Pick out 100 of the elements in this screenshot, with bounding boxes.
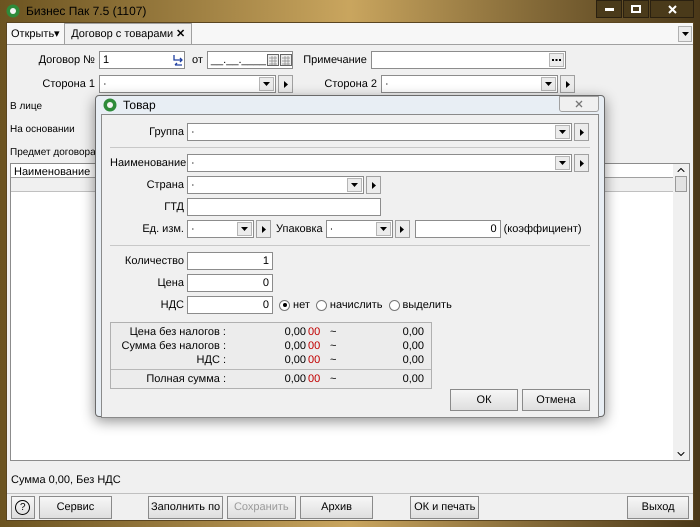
summary-cents: 00 xyxy=(308,324,322,340)
dropdown-button[interactable] xyxy=(237,222,252,236)
combo-field[interactable]: · xyxy=(187,123,572,141)
summary-cents: 00 xyxy=(308,372,322,387)
summary-value: 0,00 xyxy=(402,338,424,354)
dropdown-arrow-icon xyxy=(559,130,566,134)
number-field[interactable]: 0 xyxy=(187,274,273,292)
tilde-mark: ~ xyxy=(330,372,338,387)
more-button[interactable] xyxy=(548,53,564,67)
action-button[interactable]: Выход xyxy=(627,496,690,518)
right-arrow-icon xyxy=(262,226,266,232)
summary-value: 0,00 xyxy=(402,324,424,340)
close-icon xyxy=(575,100,583,108)
summary-value: 0,00 xyxy=(284,338,306,354)
dropdown-button[interactable] xyxy=(541,77,556,91)
vat-radio[interactable]: нет xyxy=(279,296,310,314)
open-button[interactable] xyxy=(560,75,575,93)
field-label: Цена xyxy=(156,276,184,291)
summary-value: 0,00 xyxy=(402,352,424,368)
date-field[interactable]: __.__.____ xyxy=(206,51,293,69)
dropdown-arrow-icon xyxy=(380,227,387,231)
number-field[interactable]: 0 xyxy=(187,296,273,314)
action-button[interactable]: Заполнить по xyxy=(148,496,223,518)
combo-field[interactable]: · xyxy=(187,176,364,194)
summary-label: Сумма без налогов : xyxy=(120,338,226,354)
vat-radio[interactable]: выделить xyxy=(388,296,452,314)
tab-close[interactable]: ✕ xyxy=(176,26,186,42)
dialog-button[interactable]: ОК xyxy=(450,389,518,411)
field-label: Предмет договора xyxy=(10,146,96,160)
field-label: ГТД xyxy=(163,200,184,215)
dropdown-button[interactable] xyxy=(555,125,570,139)
calendar-icon xyxy=(266,54,279,66)
open-button[interactable] xyxy=(278,75,293,93)
tilde-mark: ~ xyxy=(330,324,338,340)
calendar-icon xyxy=(280,54,292,66)
field-label: Наименование xyxy=(110,156,184,171)
dropdown-button[interactable] xyxy=(259,77,274,91)
contract-number-field[interactable]: 1 xyxy=(99,51,185,69)
combo-field[interactable]: · xyxy=(187,154,572,172)
note-field[interactable] xyxy=(370,51,566,69)
dropdown-arrow-icon xyxy=(545,82,552,86)
help-button[interactable]: ? xyxy=(11,496,35,518)
field-label: Сторона 1 xyxy=(41,76,95,92)
right-arrow-icon xyxy=(566,80,570,88)
combo-field[interactable]: · xyxy=(326,220,393,238)
summary-value: 0,00 xyxy=(402,372,424,387)
summary-cents: 00 xyxy=(308,352,322,368)
scroll-thumb[interactable] xyxy=(675,176,687,192)
open-button[interactable] xyxy=(366,176,381,194)
minimize-button[interactable] xyxy=(596,0,622,18)
summary-label: Полная сумма : xyxy=(145,372,226,387)
action-button[interactable]: ОК и печать xyxy=(410,496,480,518)
right-arrow-icon xyxy=(580,160,584,166)
tab-list-button[interactable] xyxy=(678,26,692,42)
open-button[interactable] xyxy=(574,123,589,141)
dropdown-arrow-icon xyxy=(241,227,248,231)
summary-label: Цена без налогов : xyxy=(128,324,226,340)
minimize-icon xyxy=(604,8,614,10)
dropdown-button[interactable] xyxy=(376,222,391,236)
dropdown-button[interactable] xyxy=(555,156,570,170)
dialog-button[interactable]: Отмена xyxy=(522,389,590,411)
combo-field[interactable]: · xyxy=(99,75,276,93)
action-button[interactable]: Сервис xyxy=(38,496,112,518)
window-title: Бизнес Пак 7.5 (1107) xyxy=(26,3,148,20)
field-label: Сторона 2 xyxy=(323,76,377,92)
number-field[interactable]: 0 xyxy=(414,220,501,238)
maximize-button[interactable] xyxy=(623,0,649,18)
action-button[interactable]: Архив xyxy=(300,496,374,518)
right-arrow-icon xyxy=(580,128,584,136)
open-button[interactable] xyxy=(256,220,271,238)
tilde-mark: ~ xyxy=(330,338,338,354)
dropdown-arrow-icon xyxy=(263,82,270,86)
combo-field[interactable]: · xyxy=(187,220,254,238)
right-arrow-icon xyxy=(284,80,288,88)
document-tab[interactable]: Договор с товарами ✕ xyxy=(64,23,192,44)
open-button[interactable] xyxy=(394,220,410,238)
number-field[interactable]: 1 xyxy=(187,252,273,270)
combo-field[interactable]: · xyxy=(381,75,558,93)
summary-value: 0,00 xyxy=(284,324,306,340)
tilde-mark: ~ xyxy=(330,352,338,368)
summary-label: НДС : xyxy=(196,352,226,368)
open-button[interactable] xyxy=(574,154,589,172)
field-label: (коэффициент) xyxy=(504,222,582,237)
summary-value: 0,00 xyxy=(284,372,306,387)
close-button[interactable] xyxy=(650,0,694,18)
field-label: Группа xyxy=(148,124,184,140)
status-text: Сумма 0,00, Без НДС xyxy=(10,473,122,488)
scrollbar[interactable] xyxy=(673,164,689,460)
field-label: от xyxy=(192,52,203,68)
vat-radio[interactable]: начислить xyxy=(316,296,383,314)
field-label: Количество xyxy=(124,254,184,269)
field-label: Договор № xyxy=(38,52,95,68)
app-logo-icon xyxy=(103,98,117,112)
dropdown-button[interactable] xyxy=(347,178,362,192)
open-menu[interactable]: Открыть▾ xyxy=(7,24,64,44)
gtd-field[interactable] xyxy=(187,198,381,216)
dialog-close-button[interactable] xyxy=(559,96,599,112)
right-arrow-icon xyxy=(372,182,376,188)
dialog-title: Товар xyxy=(123,97,157,114)
maximize-icon xyxy=(631,5,641,13)
